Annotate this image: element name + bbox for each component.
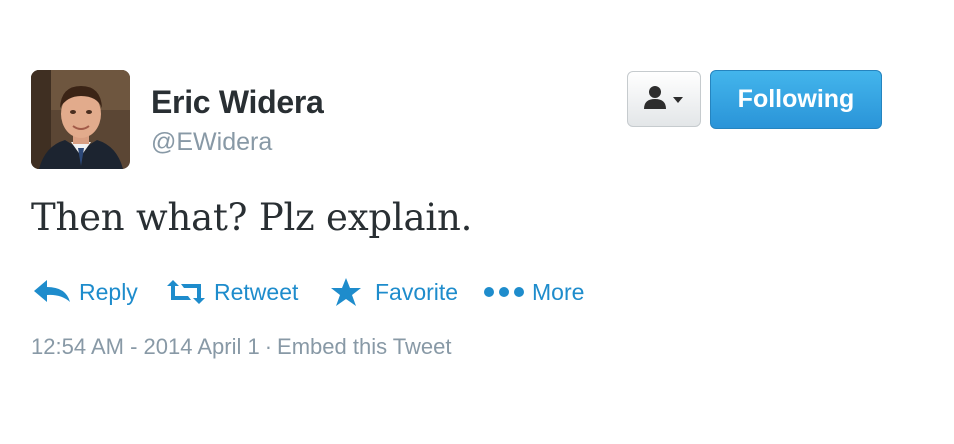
favorite-label: Favorite [375,278,459,305]
tweet-text: Then what? Plz explain. [31,196,473,239]
profile-photo-icon [31,70,130,169]
favorite-action[interactable]: Favorite [330,272,458,312]
reply-action[interactable]: Reply [33,272,138,312]
reply-arrow-icon [34,280,70,302]
star-icon [331,278,361,306]
retweet-label: Retweet [214,278,299,305]
tweet-card: Eric Widera @EWidera Following Then what… [0,0,954,444]
following-button[interactable]: Following [710,70,882,129]
retweet-action[interactable]: Retweet [166,272,298,312]
meta-separator: · [264,334,273,359]
more-action[interactable]: More [484,272,584,312]
retweet-icon [167,280,205,304]
embed-tweet-link[interactable]: Embed this Tweet [277,334,451,359]
timestamp-link[interactable]: 12:54 AM - 2014 April 1 [31,334,260,359]
ellipsis-icon [484,287,524,297]
person-dropdown-icon [644,86,683,109]
reply-label: Reply [79,278,138,305]
user-actions-dropdown-button[interactable] [627,71,701,127]
avatar[interactable] [31,70,130,169]
display-name[interactable]: Eric Widera [151,84,324,121]
more-label: More [532,278,585,305]
tweet-meta: 12:54 AM - 2014 April 1 · Embed this Tweet [31,334,452,360]
screen-name[interactable]: @EWidera [151,128,272,157]
